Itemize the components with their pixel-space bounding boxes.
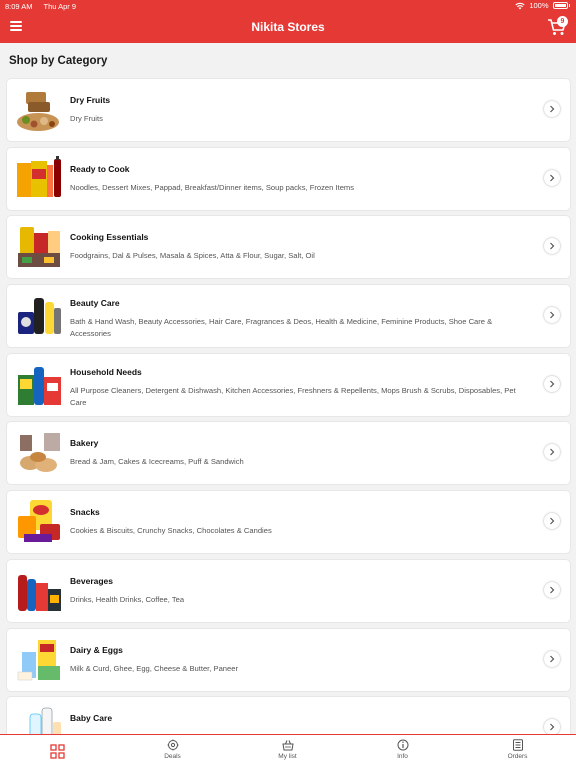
category-card-beauty-care[interactable]: Beauty Care Bath & Hand Wash, Beauty Acc…: [7, 285, 570, 348]
battery-percent: 100%: [529, 1, 549, 10]
category-title: Baby Care: [70, 713, 113, 724]
chevron-right-icon[interactable]: [544, 375, 560, 392]
category-description: Drinks, Health Drinks, Coffee, Tea: [70, 594, 185, 604]
category-description: Foodgrains, Dal & Pulses, Masala & Spice…: [70, 251, 315, 261]
bakery-icon: [20, 433, 60, 473]
cart-count-badge: 9: [557, 16, 568, 27]
tab-label: Orders: [507, 753, 528, 760]
chevron-right-icon[interactable]: [544, 238, 560, 255]
app-header: 8:09 AM Thu Apr 9 100% Nikita Stores 9: [0, 0, 576, 43]
app-title: Nikita Stores: [251, 20, 325, 34]
category-description: All Purpose Cleaners, Detergent & Dishwa…: [70, 385, 516, 407]
category-card-beverages[interactable]: Beverages Drinks, Health Drinks, Coffee,…: [7, 559, 570, 622]
category-title: Beverages: [70, 575, 114, 586]
tab-info[interactable]: Info: [345, 735, 460, 768]
tab-categories[interactable]: [0, 735, 115, 768]
category-card-cooking-essentials[interactable]: Cooking Essentials Foodgrains, Dal & Pul…: [7, 216, 570, 279]
dry-fruits-icon: [17, 92, 59, 131]
household-needs-icon: [18, 366, 61, 405]
chevron-right-icon[interactable]: [544, 581, 560, 598]
orders-icon: [512, 739, 523, 751]
tab-label: My list: [278, 753, 297, 760]
beverages-icon: [18, 574, 61, 611]
chevron-right-icon[interactable]: [544, 650, 560, 667]
beauty-care-icon: [18, 298, 61, 335]
chevron-right-icon[interactable]: [544, 169, 560, 186]
ready-to-cook-icon: [17, 155, 61, 197]
cooking-essentials-icon: [18, 227, 60, 268]
status-time: 8:09 AM: [5, 2, 33, 11]
wifi-icon: [515, 2, 525, 9]
tab-label: Deals: [164, 753, 181, 760]
category-title: Snacks: [70, 507, 100, 518]
chevron-right-icon[interactable]: [544, 513, 560, 530]
category-description: Bath & Hand Wash, Beauty Accessories, Ha…: [70, 317, 493, 339]
snacks-icon: [18, 500, 60, 543]
category-description: Cookies & Biscuits, Crunchy Snacks, Choc…: [70, 526, 272, 536]
tab-deals[interactable]: Deals: [115, 735, 230, 768]
tab-label: Info: [397, 753, 408, 760]
category-title: Ready to Cook: [70, 163, 130, 174]
category-title: Dry Fruits: [70, 95, 111, 105]
chevron-right-icon[interactable]: [544, 307, 560, 324]
category-card-ready-to-cook[interactable]: Ready to Cook Noodles, Dessert Mixes, Pa…: [7, 147, 570, 210]
category-card-bakery[interactable]: Bakery Bread & Jam, Cakes & Icecreams, P…: [7, 422, 570, 485]
tab-orders[interactable]: Orders: [460, 735, 575, 768]
category-title: Cooking Essentials: [70, 232, 149, 243]
section-title: Shop by Category: [9, 55, 108, 67]
chevron-right-icon[interactable]: [544, 444, 560, 461]
category-title: Bakery: [70, 438, 99, 449]
category-title: Household Needs: [70, 366, 142, 377]
basket-icon: [281, 740, 294, 751]
category-description: Bread & Jam, Cakes & Icecreams, Puff & S…: [70, 457, 244, 467]
chevron-right-icon[interactable]: [544, 719, 560, 736]
info-icon: [397, 739, 408, 751]
category-title: Beauty Care: [70, 298, 120, 309]
category-list: Dry Fruits Dry Fruits Ready to Cook Nood…: [7, 79, 570, 766]
status-date: Thu Apr 9: [43, 2, 77, 11]
category-title: Dairy & Eggs: [70, 644, 123, 655]
grid-icon: [50, 744, 65, 759]
category-card-snacks[interactable]: Snacks Cookies & Biscuits, Crunchy Snack…: [7, 491, 570, 554]
bottom-tab-bar: Deals My list Info Orders: [0, 734, 576, 768]
tab-my-list[interactable]: My list: [230, 735, 345, 768]
category-description: Milk & Curd, Ghee, Egg, Cheese & Butter,…: [70, 663, 238, 673]
category-description: Dry Fruits: [70, 114, 103, 123]
category-description: Noodles, Dessert Mixes, Pappad, Breakfas…: [70, 182, 355, 192]
category-card-dry-fruits[interactable]: Dry Fruits Dry Fruits: [7, 79, 570, 141]
battery-icon: [552, 2, 568, 9]
status-bar: 8:09 AM Thu Apr 9 100%: [0, 0, 576, 12]
category-card-household-needs[interactable]: Household Needs All Purpose Cleaners, De…: [7, 353, 570, 416]
dairy-eggs-icon: [17, 639, 60, 680]
chevron-right-icon[interactable]: [544, 101, 560, 117]
category-card-dairy-eggs[interactable]: Dairy & Eggs Milk & Curd, Ghee, Egg, Che…: [7, 628, 570, 691]
deals-icon: [167, 739, 178, 751]
